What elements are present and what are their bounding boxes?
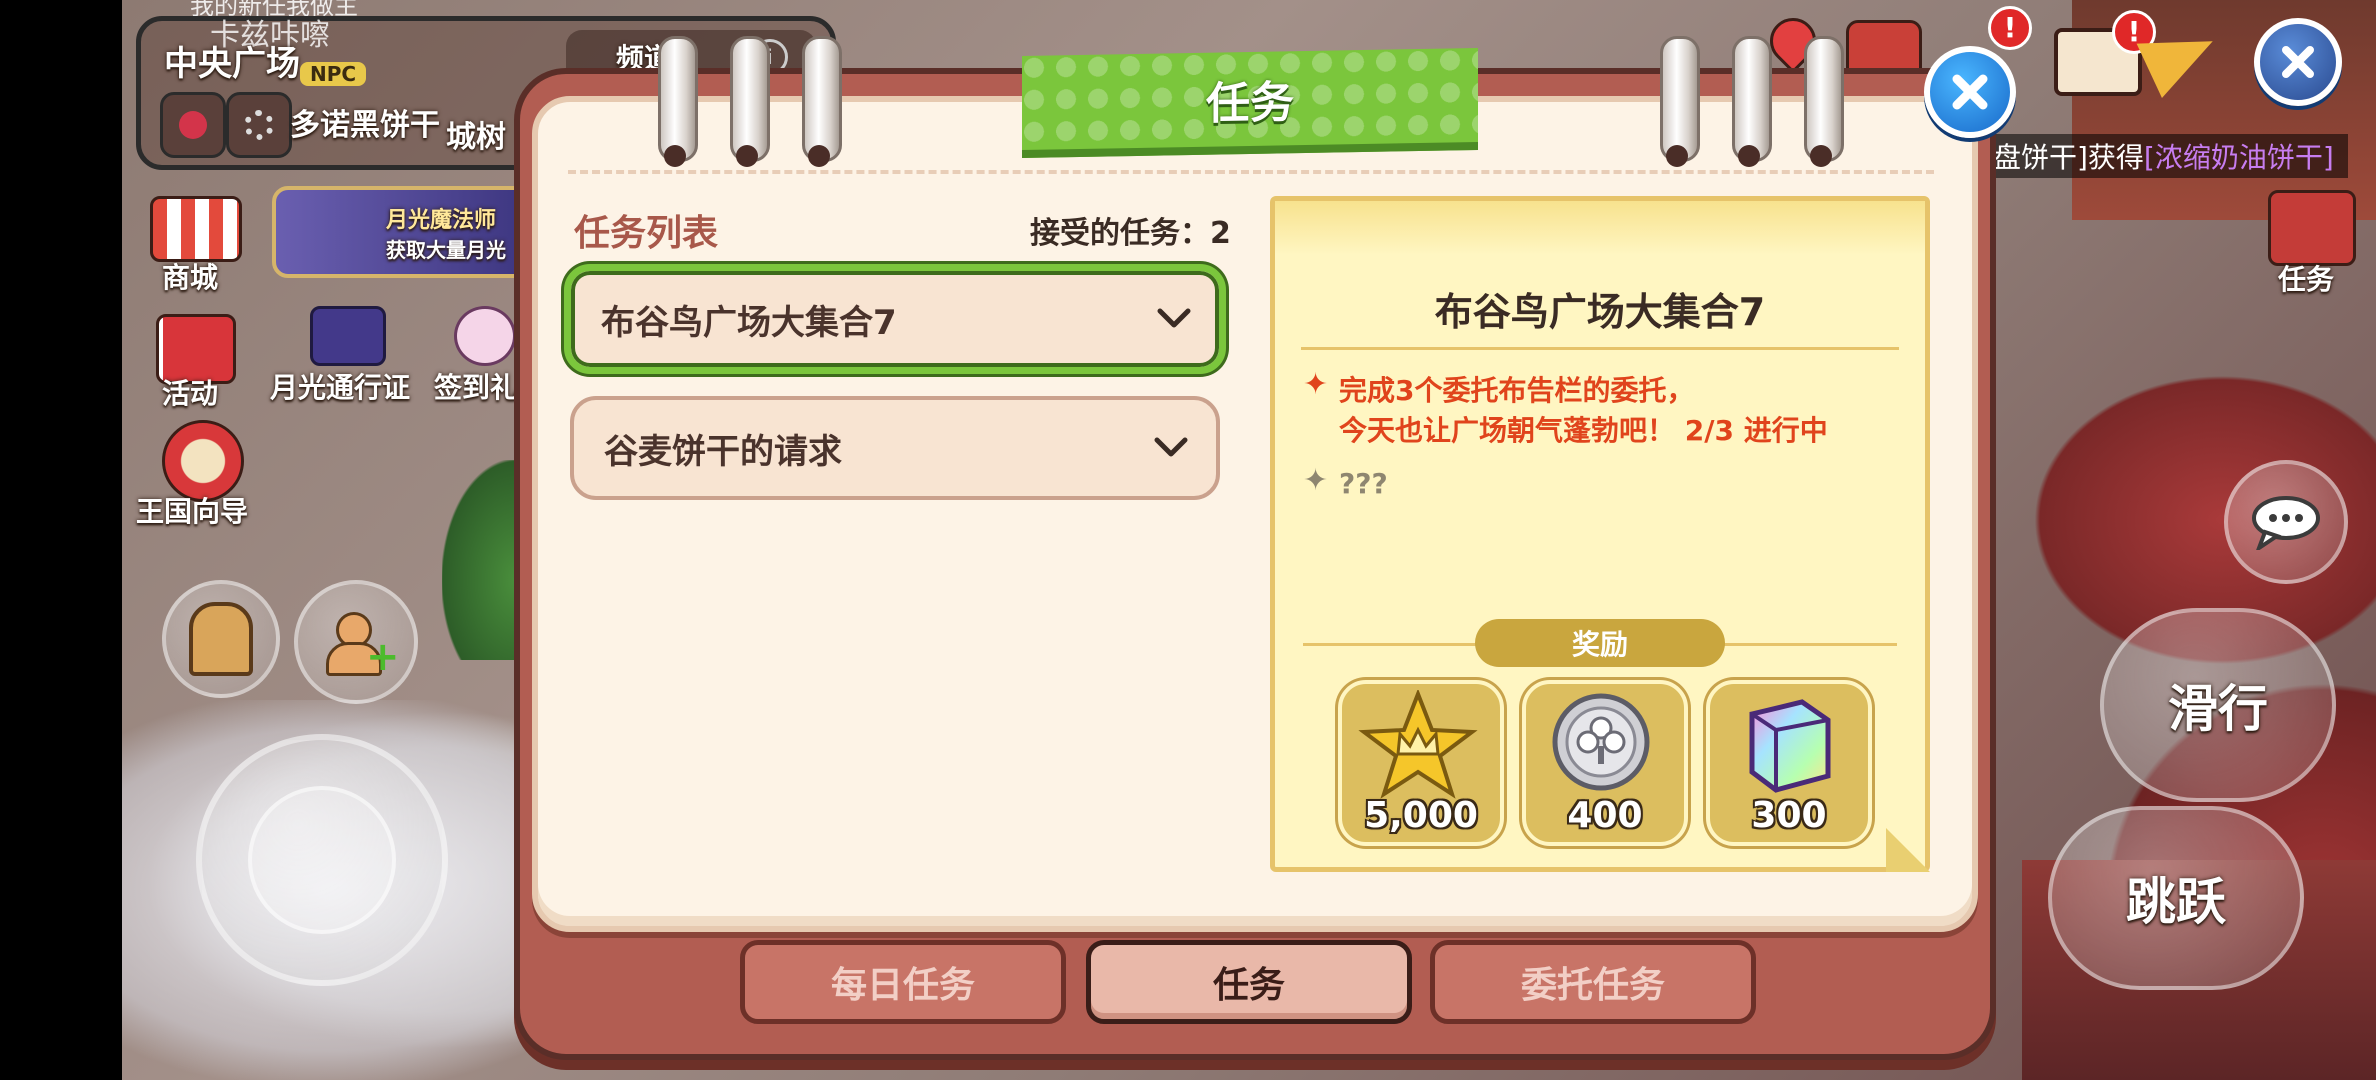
binder-ring <box>802 36 842 167</box>
reward-slot[interactable]: 5,000 <box>1338 680 1504 846</box>
joystick-knob[interactable] <box>248 786 396 934</box>
megaphone-icon <box>2136 14 2226 98</box>
event-button[interactable]: 活动 <box>140 310 250 410</box>
close-icon <box>2282 46 2314 78</box>
tab-quests[interactable]: 任务 <box>1086 940 1412 1024</box>
quest-list-heading: 任务列表 <box>574 213 719 254</box>
jump-label: 跳跃 <box>2126 873 2226 931</box>
tab-label: 任务 <box>1212 965 1285 1006</box>
quest-detail-title: 布谷鸟广场大集合7 <box>1434 290 1766 334</box>
friend-alert-icon: ! <box>1988 6 2032 50</box>
checkin-icon <box>454 306 516 366</box>
event-label: 活动 <box>162 377 219 410</box>
add-friend-button[interactable]: + <box>294 580 418 704</box>
objective-line-2: 今天也让广场朝气蓬勃吧！ 2/3 进行中 <box>1339 414 1828 447</box>
hud-close-button[interactable] <box>2254 18 2342 106</box>
shop-button[interactable]: 商城 <box>140 192 250 294</box>
side-quest-button[interactable]: 任务 <box>2254 186 2364 296</box>
shop-label: 商城 <box>162 261 219 294</box>
accepted-quest-count: 接受的任务：2 <box>1030 216 1231 251</box>
reward-heading: 奖励 <box>1571 628 1628 661</box>
binder-ring <box>1660 36 1700 167</box>
dialog-divider <box>568 170 1934 174</box>
chat-button[interactable] <box>2224 460 2348 584</box>
map-button[interactable] <box>160 92 226 158</box>
banner-line1: 月光魔法师 <box>386 207 497 233</box>
moonlight-pass-label: 月光通行证 <box>270 371 411 404</box>
close-icon <box>1952 74 1988 110</box>
treasure-chest-icon <box>310 306 386 366</box>
page-fold-corner <box>1886 828 1930 872</box>
quest-book-icon <box>2268 190 2356 266</box>
strawberry-icon <box>179 111 207 139</box>
hidden-objective: ??? <box>1339 467 1388 500</box>
detail-header-band <box>1275 201 1925 255</box>
binder-ring <box>658 36 698 167</box>
chevron-down-icon[interactable] <box>1146 423 1196 473</box>
dialog-title-ribbon: 任务 <box>1022 48 1478 158</box>
megaphone-button[interactable] <box>2136 14 2226 98</box>
npc-tag: NPC <box>300 62 367 86</box>
reward-slot[interactable]: 400 <box>1522 680 1688 846</box>
reward-slot[interactable]: 300 <box>1706 680 1872 846</box>
objective-line-1: 完成3个委托布告栏的委托， <box>1339 374 1695 407</box>
banner-line2: 获取大量月光 <box>386 237 506 262</box>
location-name: 中央广场 <box>164 44 300 84</box>
npc-name: 多诺黑饼干 <box>290 108 440 143</box>
notification-verb: ]获得 <box>2076 141 2144 174</box>
tab-daily-quests[interactable]: 每日任务 <box>740 940 1066 1024</box>
town-tree-label: 城树 <box>446 120 506 155</box>
quest-list-item[interactable]: 谷麦饼干的请求 <box>570 396 1220 500</box>
quest-list-item-selected[interactable]: 布谷鸟广场大集合7 <box>564 264 1226 374</box>
chat-bubble-icon <box>2252 496 2320 550</box>
tab-label: 委托任务 <box>1520 965 1665 1006</box>
side-quest-label: 任务 <box>2278 263 2335 296</box>
tab-commission-quests[interactable]: 委托任务 <box>1430 940 1756 1024</box>
event-banner[interactable]: 月光魔法师 获取大量月光 <box>272 186 532 278</box>
virtual-joystick[interactable] <box>196 734 448 986</box>
reward-heading-pill: 奖励 <box>1475 619 1725 667</box>
chevron-down-icon[interactable] <box>1149 294 1199 344</box>
rainbow-cube-icon <box>1749 699 1831 793</box>
detail-title-divider <box>1301 347 1899 350</box>
gear-icon <box>244 110 274 140</box>
wardrobe-icon <box>189 602 253 676</box>
kingdom-guide-button[interactable]: 王国向导 <box>130 420 270 530</box>
quest-name: 谷麦饼干的请求 <box>604 431 842 472</box>
checkin-label: 签到礼 <box>434 371 519 404</box>
silver-clover-coin-icon <box>1552 693 1650 791</box>
notification-item: [浓缩奶油饼干] <box>2143 141 2334 174</box>
binder-ring <box>730 36 770 167</box>
glide-label: 滑行 <box>2168 680 2268 738</box>
glide-button[interactable]: 滑行 <box>2100 608 2336 802</box>
binder-ring <box>1804 36 1844 167</box>
add-friend-icon: + <box>326 612 400 677</box>
moonlight-pass-button[interactable]: 月光通行证 <box>270 300 420 410</box>
crown-star-icon <box>1358 690 1478 799</box>
hidden-objective-star-icon: ✦ <box>1303 463 1329 498</box>
objective-star-icon: ✦ <box>1303 367 1329 402</box>
reward-amount: 5,000 <box>1364 795 1478 836</box>
friend-add-mini-button[interactable] <box>226 92 292 158</box>
checkin-button[interactable]: 签到礼 <box>434 300 524 410</box>
binder-ring <box>1732 36 1772 167</box>
dialog-close-button[interactable] <box>1924 46 2016 138</box>
system-notification: [棋盘饼干]获得[浓缩奶油饼干] <box>1940 134 2348 178</box>
reward-amount: 300 <box>1751 795 1827 836</box>
shop-stall-icon <box>150 196 242 262</box>
dialog-title: 任务 <box>1206 77 1294 130</box>
wardrobe-button[interactable] <box>162 580 280 698</box>
quest-name: 布谷鸟广场大集合7 <box>601 302 897 343</box>
jump-button[interactable]: 跳跃 <box>2048 806 2304 990</box>
tab-label: 每日任务 <box>830 965 975 1006</box>
kingdom-guide-label: 王国向导 <box>136 495 249 528</box>
mail-button[interactable]: ! <box>2054 10 2156 96</box>
reward-amount: 400 <box>1567 795 1643 836</box>
